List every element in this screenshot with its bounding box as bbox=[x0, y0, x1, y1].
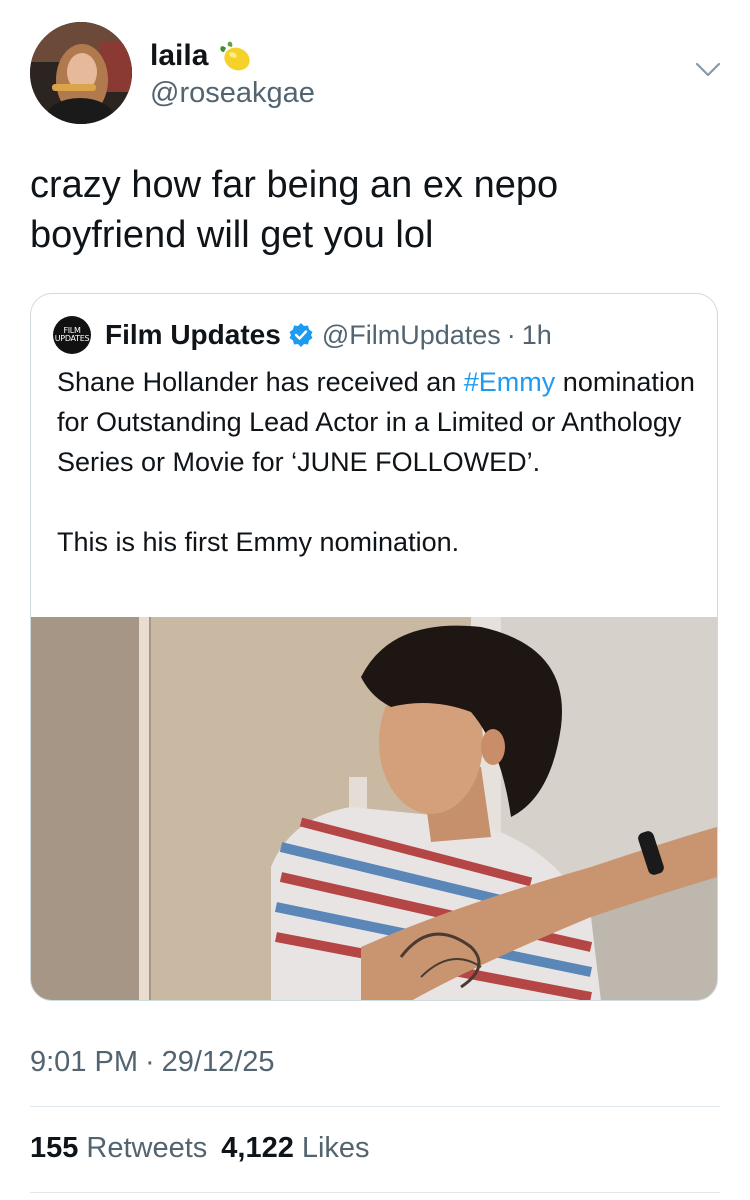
film-updates-logo[interactable]: FILM UPDATES bbox=[53, 316, 91, 354]
divider-top bbox=[30, 1106, 720, 1107]
quoted-author-handle[interactable]: @FilmUpdates bbox=[322, 320, 501, 351]
lemon-icon bbox=[216, 38, 252, 74]
quoted-tweet-header: FILM UPDATES Film Updates @FilmUpdates ·… bbox=[53, 316, 552, 354]
retweets-count: 155 bbox=[30, 1132, 79, 1164]
divider-bottom bbox=[30, 1192, 720, 1193]
avatar-photo bbox=[30, 22, 132, 124]
retweets-stat[interactable]: 155 Retweets bbox=[30, 1132, 221, 1165]
hashtag-link[interactable]: #Emmy bbox=[464, 367, 556, 397]
verified-badge-icon bbox=[288, 322, 314, 348]
quoted-tweet-card[interactable]: FILM UPDATES Film Updates @FilmUpdates ·… bbox=[30, 293, 718, 1001]
logo-line-2: UPDATES bbox=[54, 334, 90, 343]
retweets-label: Retweets bbox=[86, 1132, 208, 1164]
timestamp-separator-dot: · bbox=[145, 1046, 155, 1078]
tweet-date: 29/12/25 bbox=[161, 1046, 275, 1078]
likes-label: Likes bbox=[301, 1132, 370, 1164]
photo-of-actor[interactable] bbox=[31, 617, 717, 1000]
tweet-text: crazy how far being an ex nepo boyfriend… bbox=[30, 164, 559, 256]
quoted-separator-dot: · bbox=[506, 319, 516, 350]
likes-stat[interactable]: 4,122 Likes bbox=[221, 1132, 383, 1165]
likes-count: 4,122 bbox=[221, 1132, 294, 1164]
author-name-text: laila bbox=[150, 39, 209, 72]
tweet-stats: 155 Retweets 4,122 Likes bbox=[30, 1132, 384, 1165]
quoted-text-before-hashtag: Shane Hollander has received an bbox=[57, 367, 464, 397]
quoted-timestamp[interactable]: 1h bbox=[522, 320, 552, 351]
quoted-paragraph-2: This is his first Emmy nomination. bbox=[57, 527, 460, 557]
author-handle[interactable]: @roseakgae bbox=[150, 76, 315, 110]
tweet-timestamp[interactable]: 9:01 PM · 29/12/25 bbox=[30, 1046, 275, 1079]
chevron-down-icon[interactable] bbox=[694, 60, 722, 80]
quoted-author-name[interactable]: Film Updates bbox=[105, 319, 281, 351]
tweet-time: 9:01 PM bbox=[30, 1046, 138, 1078]
author-display-name[interactable]: laila bbox=[150, 38, 252, 74]
quoted-tweet-text: Shane Hollander has received an #Emmy no… bbox=[57, 362, 697, 562]
author-avatar[interactable] bbox=[30, 22, 132, 124]
quoted-paragraph-1: Shane Hollander has received an #Emmy no… bbox=[57, 362, 697, 482]
